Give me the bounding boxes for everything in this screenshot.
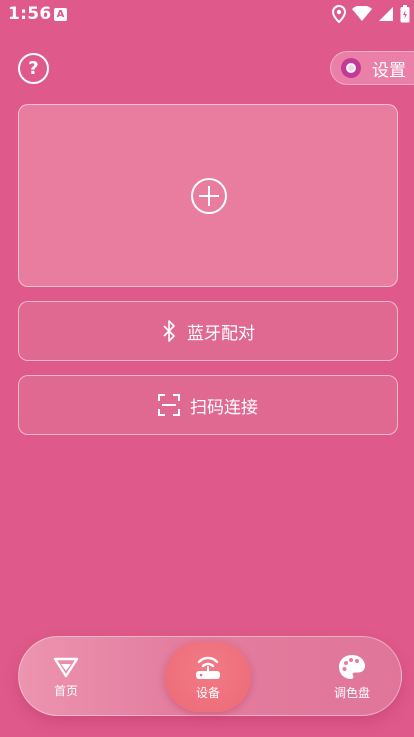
palette-icon — [339, 654, 365, 679]
bluetooth-pair-button[interactable]: 蓝牙配对 — [18, 301, 398, 361]
help-icon: ? — [28, 58, 39, 79]
wifi-icon — [352, 6, 372, 21]
nav-palette-label: 调色盘 — [333, 685, 370, 700]
status-bar: 1:56 A — [0, 0, 414, 30]
home-diamond-icon — [53, 657, 79, 677]
add-plus-icon — [191, 178, 227, 214]
scan-connect-label: 扫码连接 — [190, 397, 258, 418]
nav-home-label: 首页 — [53, 683, 78, 698]
scan-icon — [158, 394, 180, 416]
router-icon — [196, 656, 220, 679]
bluetooth-pair-label: 蓝牙配对 — [187, 323, 255, 344]
notification-icon: A — [54, 8, 67, 21]
status-icons — [332, 4, 410, 24]
location-icon — [332, 5, 346, 23]
battery-icon — [400, 5, 410, 23]
nav-device[interactable]: 设备 — [165, 642, 251, 712]
nav-device-label: 设备 — [195, 685, 220, 700]
nav-palette[interactable]: 调色盘 — [307, 637, 397, 717]
signal-icon — [379, 7, 393, 21]
settings-button[interactable]: 设置 — [330, 51, 414, 85]
bluetooth-icon — [163, 320, 175, 342]
settings-label: 设置 — [372, 60, 406, 81]
help-button[interactable]: ? — [18, 53, 49, 84]
bottom-nav: 首页 设备 调色盘 — [18, 636, 402, 716]
nav-home[interactable]: 首页 — [21, 637, 111, 717]
status-time: 1:56 — [8, 4, 52, 24]
settings-icon — [341, 58, 361, 78]
add-device-card[interactable] — [18, 104, 398, 287]
scan-connect-button[interactable]: 扫码连接 — [18, 375, 398, 435]
